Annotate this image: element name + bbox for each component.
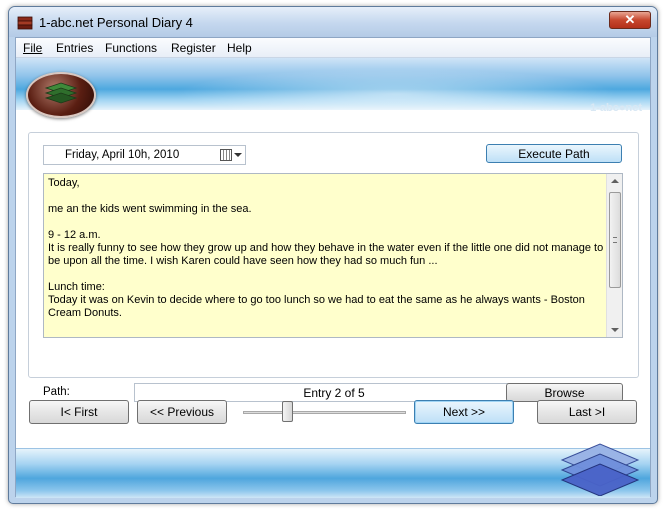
- menu-entries[interactable]: Entries: [56, 41, 93, 55]
- menu-register[interactable]: Register: [171, 41, 216, 55]
- editor-scrollbar[interactable]: [606, 174, 622, 337]
- close-button[interactable]: ✕: [609, 11, 651, 29]
- date-picker[interactable]: Friday, April 10h, 2010: [43, 145, 246, 165]
- menu-functions-label: Functions: [105, 41, 158, 55]
- diary-app-icon: [17, 16, 33, 30]
- calendar-icon: [220, 149, 232, 161]
- scroll-down-icon[interactable]: [611, 328, 619, 332]
- menu-file-label: File: [23, 41, 43, 55]
- grip-icon: [613, 237, 617, 243]
- next-label: Next >>: [442, 405, 486, 419]
- entry-slider-thumb[interactable]: [282, 401, 293, 422]
- scroll-thumb[interactable]: [609, 192, 621, 288]
- title-bar[interactable]: 1-abc.net Personal Diary 4 ✕: [9, 7, 657, 37]
- execute-path-button[interactable]: Execute Path: [486, 144, 622, 163]
- stacked-layers-icon: [44, 82, 78, 104]
- execute-path-label: Execute Path: [518, 147, 590, 161]
- brand-logo-text: 1-abc●net: [590, 102, 642, 114]
- scroll-up-icon[interactable]: [611, 179, 619, 183]
- header-banner: [16, 58, 650, 110]
- diary-text: Today, me an the kids went swimming in t…: [48, 177, 604, 319]
- first-button[interactable]: I< First: [29, 400, 129, 424]
- app-window: 1-abc.net Personal Diary 4 ✕ File Entrie…: [8, 6, 658, 504]
- previous-button[interactable]: << Previous: [137, 400, 227, 424]
- window-title: 1-abc.net Personal Diary 4: [39, 15, 193, 30]
- client-area: File Entries Functions Register Help 1-a…: [15, 37, 651, 498]
- chevron-down-icon: [234, 153, 242, 157]
- last-label: Last >I: [568, 405, 606, 419]
- date-value: Friday, April 10h, 2010: [65, 149, 180, 161]
- next-button[interactable]: Next >>: [414, 400, 514, 424]
- menu-help-label: Help: [227, 41, 252, 55]
- entry-slider-track[interactable]: [243, 411, 406, 414]
- menu-functions[interactable]: Functions: [105, 41, 157, 55]
- menu-register-label: Register: [171, 41, 216, 55]
- menu-entries-label: Entries: [56, 41, 94, 55]
- menu-help[interactable]: Help: [227, 41, 252, 55]
- banner-wave-decoration: [136, 64, 650, 110]
- diary-text-editor[interactable]: Today, me an the kids went swimming in t…: [43, 173, 623, 338]
- menu-file[interactable]: File: [23, 41, 42, 55]
- last-button[interactable]: Last >I: [537, 400, 637, 424]
- previous-label: << Previous: [149, 405, 215, 419]
- entry-panel: Friday, April 10h, 2010 Execute Path Tod…: [28, 132, 639, 402]
- entry-counter: Entry 2 of 5: [303, 386, 365, 400]
- stacked-layers-logo-icon: [560, 443, 640, 496]
- menu-bar: File Entries Functions Register Help: [16, 38, 650, 58]
- diary-logo-icon: [26, 72, 96, 118]
- first-label: I< First: [60, 405, 98, 419]
